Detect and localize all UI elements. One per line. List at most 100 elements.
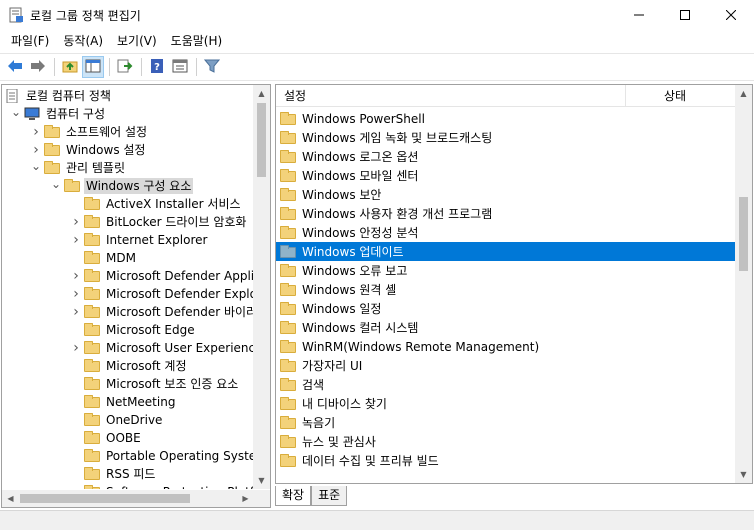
scroll-up-arrow-icon[interactable]: ▲ (253, 85, 270, 102)
tree-item[interactable]: › Microsoft Defender Applica (68, 267, 254, 285)
tree-item[interactable]: ⌄ 컴퓨터 구성 (8, 105, 107, 123)
list-item[interactable]: WinRM(Windows Remote Management) (276, 337, 736, 356)
tree-item[interactable]: Software Protection Platform (68, 483, 254, 489)
list-item-label: Windows 모바일 센터 (302, 169, 419, 183)
list-item-label: Windows 원격 셸 (302, 283, 397, 297)
forward-button[interactable] (27, 56, 49, 78)
folder-icon (280, 187, 296, 202)
tab-extended[interactable]: 확장 (275, 486, 312, 506)
tree-item[interactable]: › Microsoft User Experience V (68, 339, 254, 357)
collapsed-chevron-icon[interactable]: › (68, 285, 84, 303)
list-vertical-scrollbar[interactable]: ▲ ▼ (735, 85, 752, 483)
minimize-button[interactable] (616, 0, 662, 30)
collapsed-chevron-icon[interactable]: › (68, 231, 84, 249)
scroll-up-arrow-icon[interactable]: ▲ (735, 85, 752, 102)
close-button[interactable] (708, 0, 754, 30)
list-item[interactable]: Windows 일정 (276, 299, 736, 318)
tree-horizontal-scrollbar[interactable]: ◀ ▶ (2, 490, 254, 507)
filter-button[interactable] (201, 56, 223, 78)
maximize-button[interactable] (662, 0, 708, 30)
scroll-down-arrow-icon[interactable]: ▼ (735, 466, 752, 483)
tree-hscroll-thumb[interactable] (20, 494, 190, 503)
properties-button[interactable] (169, 56, 191, 78)
list-item[interactable]: 녹음기 (276, 413, 736, 432)
tree-item[interactable]: › Microsoft Defender Exploit (68, 285, 254, 303)
show-hide-tree-button[interactable] (82, 56, 104, 78)
menu-view[interactable]: 보기(V) (110, 30, 164, 52)
tree-item[interactable]: OneDrive (68, 411, 164, 429)
back-button[interactable] (4, 56, 26, 78)
tree-item[interactable]: Portable Operating System (68, 447, 254, 465)
tree-item[interactable]: 로컬 컴퓨터 정책 (4, 87, 113, 105)
collapsed-chevron-icon[interactable]: › (28, 123, 44, 141)
folder-icon (280, 263, 296, 278)
tree-item[interactable]: ActiveX Installer 서비스 (68, 195, 243, 213)
tree-item-label: MDM (106, 251, 136, 265)
tree-item[interactable]: OOBE (68, 429, 143, 447)
tree-vertical-scrollbar[interactable]: ▲ ▼ (253, 85, 270, 489)
list-item[interactable]: 내 디바이스 찾기 (276, 394, 736, 413)
tree-item[interactable]: MDM (68, 249, 138, 267)
list-item[interactable]: Windows 컬러 시스템 (276, 318, 736, 337)
folder-icon (280, 320, 296, 335)
scroll-right-arrow-icon[interactable]: ▶ (237, 490, 254, 507)
menu-file[interactable]: 파일(F) (4, 30, 56, 52)
tree-item[interactable]: › Microsoft Defender 바이러스 (68, 303, 254, 321)
menu-action[interactable]: 동작(A) (56, 30, 110, 52)
folder-icon (280, 339, 296, 354)
folder-icon (84, 305, 100, 319)
tree-item[interactable]: RSS 피드 (68, 465, 157, 483)
expanded-chevron-icon[interactable]: ⌄ (48, 177, 64, 195)
collapsed-chevron-icon[interactable]: › (68, 303, 84, 321)
scroll-left-arrow-icon[interactable]: ◀ (2, 490, 19, 507)
list-item[interactable]: Windows PowerShell (276, 109, 736, 128)
list-item[interactable]: Windows 원격 셸 (276, 280, 736, 299)
expanded-chevron-icon[interactable]: ⌄ (28, 159, 44, 177)
list-item[interactable]: 검색 (276, 375, 736, 394)
list-item[interactable]: 뉴스 및 관심사 (276, 432, 736, 451)
tree-item[interactable]: NetMeeting (68, 393, 177, 411)
export-list-button[interactable] (114, 56, 136, 78)
tree-item[interactable]: › Internet Explorer (68, 231, 209, 249)
list-item[interactable]: Windows 모바일 센터 (276, 166, 736, 185)
tree-item[interactable]: Microsoft 보조 인증 요소 (68, 375, 240, 393)
tree-item[interactable]: › Windows 설정 (28, 141, 147, 159)
list-item[interactable]: 데이터 수집 및 프리뷰 빌드 (276, 451, 736, 470)
tree-item[interactable]: › BitLocker 드라이브 암호화 (68, 213, 248, 231)
expanded-chevron-icon[interactable]: ⌄ (8, 105, 24, 123)
tree-item[interactable]: › 소프트웨어 설정 (28, 123, 149, 141)
collapsed-chevron-icon[interactable]: › (68, 213, 84, 231)
list-item[interactable]: Windows 업데이트 (276, 242, 736, 261)
tree-item[interactable]: ⌄ Windows 구성 요소 (48, 177, 194, 195)
up-folder-button[interactable] (59, 56, 81, 78)
tree-scroll-thumb[interactable] (257, 103, 266, 177)
list-item[interactable]: Windows 게임 녹화 및 브로드캐스팅 (276, 128, 736, 147)
list-item[interactable]: Windows 사용자 환경 개선 프로그램 (276, 204, 736, 223)
folder-icon (280, 130, 296, 145)
list-item[interactable]: 가장자리 UI (276, 356, 736, 375)
menu-help[interactable]: 도움말(H) (164, 30, 230, 52)
help-button[interactable]: ? (146, 56, 168, 78)
column-header-setting[interactable]: 설정 (276, 85, 626, 107)
scroll-down-arrow-icon[interactable]: ▼ (253, 472, 270, 489)
list-item[interactable]: Windows 오류 보고 (276, 261, 736, 280)
tree-item-label: BitLocker 드라이브 암호화 (106, 215, 247, 229)
collapsed-chevron-icon[interactable]: › (68, 339, 84, 357)
tree-item[interactable]: Microsoft Edge (68, 321, 197, 339)
collapsed-chevron-icon[interactable]: › (28, 141, 44, 159)
list-item-label: Windows 일정 (302, 302, 382, 316)
list-item[interactable]: Windows 보안 (276, 185, 736, 204)
list-item[interactable]: Windows 로그온 옵션 (276, 147, 736, 166)
list-scroll-thumb[interactable] (739, 197, 748, 271)
tab-standard[interactable]: 표준 (311, 486, 348, 506)
column-header-state[interactable]: 상태 (626, 85, 736, 107)
tree-item[interactable]: Microsoft 계정 (68, 357, 189, 375)
list-item[interactable]: Windows 안정성 분석 (276, 223, 736, 242)
tree-item[interactable]: ⌄ 관리 템플릿 (28, 159, 127, 177)
status-bar (0, 510, 754, 530)
collapsed-chevron-icon[interactable]: › (68, 267, 84, 285)
